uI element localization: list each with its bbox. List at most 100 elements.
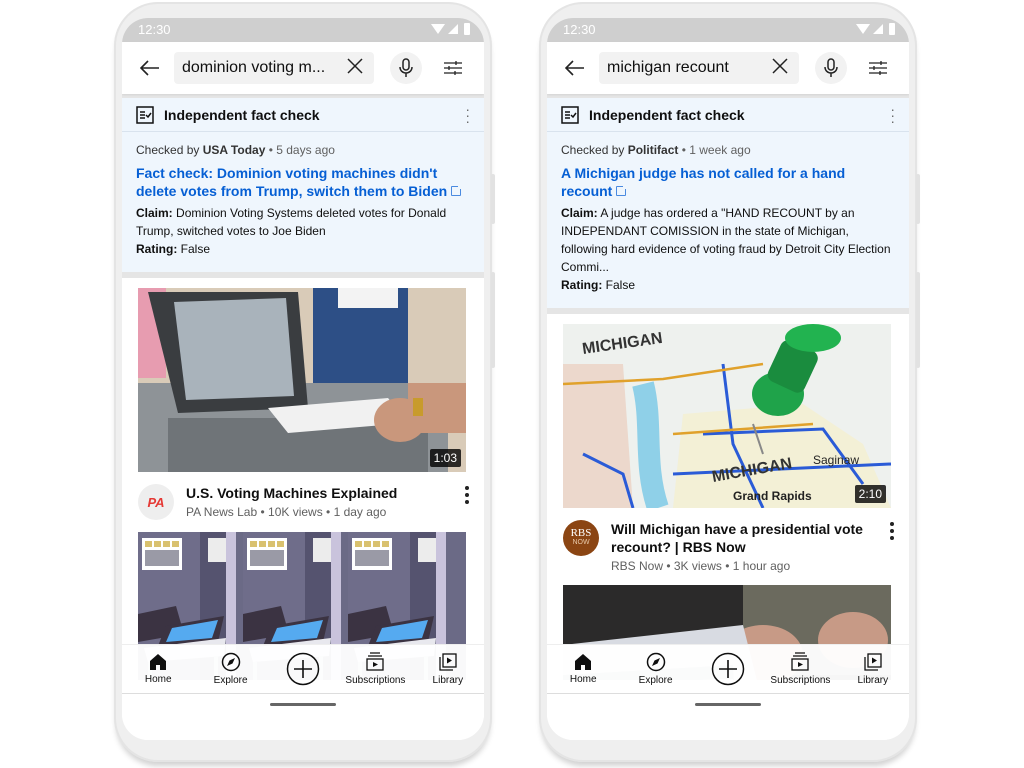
fact-check-headline: Fact check: Dominion voting machines did… [136,165,448,199]
fact-check-title: Independent fact check [164,106,320,123]
nav-home[interactable]: Home [547,645,619,693]
fact-check-more-button[interactable]: · · · [465,102,470,128]
video-meta: PA U.S. Voting Machines Explained PA New… [138,472,469,532]
fact-check-claim: Claim: A judge has ordered a "HAND RECOU… [561,204,895,276]
fact-check-rating: Rating: False [136,240,470,258]
nav-library[interactable]: Library [412,645,484,693]
video-channel-info: PA News Lab • 10K views • 1 day ago [186,505,387,519]
fact-check-claim: Claim: Dominion Voting Systems deleted v… [136,204,470,240]
volume-button [491,272,495,368]
video-thumbnail[interactable]: 1:03 [138,288,466,472]
video-title[interactable]: Will Michigan have a presidential vote r… [611,520,881,556]
nav-library[interactable]: Library [837,645,909,693]
search-filters-button[interactable] [863,53,893,83]
back-button[interactable] [130,48,170,88]
rating-label: Rating: [561,278,603,292]
video-feed: MICHIGAN MICHIGAN Grand Rapids Saginaw 2… [547,314,909,680]
checked-by-label: Checked by [561,143,628,157]
arrow-left-icon [565,60,584,76]
bottom-navigation: Home Explore Subscriptions Library [122,644,484,694]
fact-check-title: Independent fact check [589,106,745,123]
video-title[interactable]: U.S. Voting Machines Explained [186,484,456,502]
claim-text: Dominion Voting Systems deleted votes fo… [136,206,447,238]
filter-sliders-icon [444,61,462,75]
nav-label: Subscriptions [345,675,406,686]
voice-search-button[interactable] [815,52,847,84]
phone-frame-right: 12:30 michigan recount Independent fact … [539,2,920,762]
video-meta: RBS NOW Will Michigan have a presidentia… [563,508,894,585]
video-more-button[interactable] [462,486,472,504]
create-plus-icon [286,652,320,686]
arrow-left-icon [140,60,159,76]
nav-subscriptions[interactable]: Subscriptions [339,645,411,693]
video-duration: 1:03 [429,449,461,467]
fact-check-article-link[interactable]: A Michigan judge has not called for a ha… [561,164,895,200]
voice-search-button[interactable] [390,52,422,84]
home-indicator[interactable] [695,703,761,706]
video-feed: 1:03 PA U.S. Voting Machines Explained P… [122,278,484,680]
video-thumbnail[interactable]: MICHIGAN MICHIGAN Grand Rapids Saginaw 2… [563,324,891,508]
clear-search-button[interactable] [769,57,791,80]
close-icon [772,57,788,74]
rating-value: False [177,242,211,256]
fact-check-body: Checked by USA Today • 5 days ago Fact c… [122,132,484,272]
nav-explore[interactable]: Explore [619,645,691,693]
svg-text:Saginaw: Saginaw [813,453,859,467]
fact-check-headline: A Michigan judge has not called for a ha… [561,165,846,199]
search-results: Independent fact check · · · Checked by US… [122,94,484,680]
fact-check-age: • 1 week ago [678,143,751,157]
wifi-icon [431,24,445,34]
avatar-text: PA [147,494,165,510]
fact-check-rating: Rating: False [561,276,895,294]
compass-icon [646,652,665,672]
library-icon [439,653,457,671]
search-filters-button[interactable] [438,53,468,83]
power-button [491,174,495,224]
library-icon [864,653,882,671]
battery-icon [889,23,895,35]
wifi-icon [856,24,870,34]
create-plus-icon [711,652,745,686]
home-indicator[interactable] [270,703,336,706]
nav-explore[interactable]: Explore [194,645,266,693]
fact-check-icon [561,105,579,124]
fact-check-panel: Independent fact check · · · Checked by Po… [547,98,909,308]
fact-check-body: Checked by Politifact • 1 week ago A Mic… [547,132,909,308]
search-query: michigan recount [607,59,729,76]
search-input[interactable]: dominion voting m... [174,52,374,84]
bottom-navigation: Home Explore Subscriptions Library [547,644,909,694]
fact-check-age: • 5 days ago [265,143,335,157]
publisher-name: Politifact [627,143,679,157]
claim-text: A judge has ordered a "HAND RECOUNT by a… [561,206,891,274]
channel-avatar[interactable]: PA [138,484,174,520]
michigan-map-pin-photo: MICHIGAN MICHIGAN Grand Rapids Saginaw [563,324,891,508]
claim-label: Claim: [136,206,173,220]
nav-home[interactable]: Home [122,645,194,693]
search-input[interactable]: michigan recount [599,52,799,84]
fact-check-more-button[interactable]: · · · [890,102,895,128]
search-bar: dominion voting m... [122,42,484,94]
fact-check-article-link[interactable]: Fact check: Dominion voting machines did… [136,164,470,200]
nav-label: Library [432,675,464,686]
microphone-icon [824,58,838,77]
filter-sliders-icon [869,61,887,75]
checked-by-label: Checked by [136,143,203,157]
nav-create[interactable] [692,645,764,693]
fact-check-source: Checked by Politifact • 1 week ago [561,141,895,159]
video-more-button[interactable] [887,522,897,540]
home-icon [150,654,167,670]
home-icon [575,654,592,670]
fact-check-header: Independent fact check · · · [547,98,909,132]
claim-label: Claim: [561,206,598,220]
back-button[interactable] [555,48,595,88]
nav-subscriptions[interactable]: Subscriptions [764,645,836,693]
phone-screen: 12:30 michigan recount Independent fact … [547,18,909,740]
phone-screen: 12:30 dominion voting m... Independent f… [122,18,484,740]
nav-label: Home [569,674,597,685]
clear-search-button[interactable] [344,57,366,80]
nav-create[interactable] [267,645,339,693]
avatar-subtext: NOW [572,539,590,546]
channel-avatar[interactable]: RBS NOW [563,520,599,556]
subscriptions-icon [366,652,385,671]
status-time: 12:30 [563,22,596,37]
